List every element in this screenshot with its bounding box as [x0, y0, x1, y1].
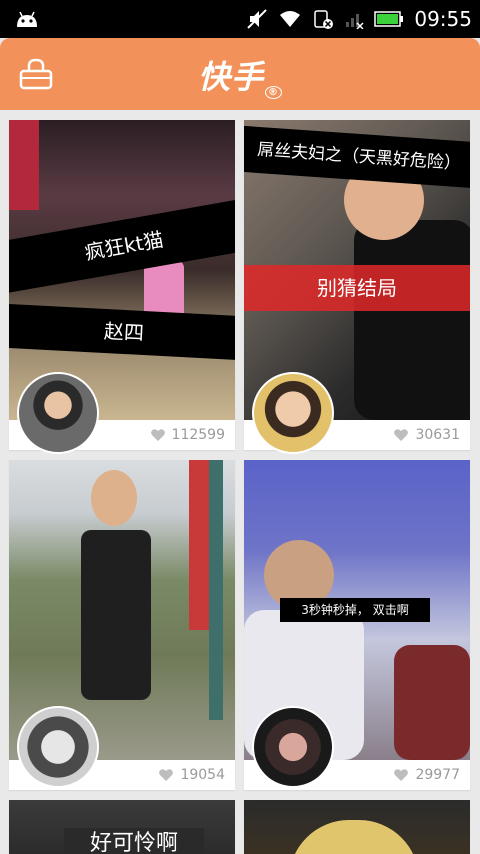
- app-logo: 快手 ®: [0, 52, 480, 99]
- video-card[interactable]: 疯狂kt猫 赵四 112599: [9, 120, 235, 454]
- android-icon: [17, 11, 37, 27]
- like-count-text: 30631: [415, 427, 460, 443]
- sim-off-icon: [314, 10, 334, 29]
- heart-icon: [394, 429, 409, 441]
- avatar[interactable]: [17, 706, 99, 788]
- like-count[interactable]: 19054: [158, 760, 225, 790]
- like-count[interactable]: 30631: [393, 420, 460, 450]
- heart-icon: [150, 429, 165, 441]
- video-card[interactable]: [244, 800, 470, 854]
- avatar[interactable]: [17, 372, 99, 454]
- caption-banner: 疯狂kt猫: [9, 196, 235, 296]
- app-header: 快手 ®: [0, 38, 480, 110]
- scene-person-right: [394, 645, 470, 760]
- video-thumbnail[interactable]: [244, 800, 470, 854]
- scene-pole: [209, 460, 223, 720]
- clock: 09:55: [414, 7, 472, 31]
- like-count-text: 29977: [415, 767, 460, 783]
- like-count[interactable]: 112599: [150, 420, 225, 450]
- like-count[interactable]: 29977: [393, 760, 460, 790]
- scene-face: [91, 470, 137, 526]
- caption-banner: 屌丝夫妇之（天黑好危险）: [244, 125, 470, 189]
- heart-icon: [394, 769, 409, 781]
- caption-banner: 赵四: [9, 302, 235, 362]
- wifi-icon: [280, 11, 301, 27]
- heart-icon: [159, 769, 174, 781]
- scene-curtain: [9, 120, 39, 210]
- like-count-text: 19054: [180, 767, 225, 783]
- video-card[interactable]: 好可怜啊: [9, 800, 235, 854]
- caption-banner: 3秒钟秒掉， 双击啊: [280, 598, 430, 622]
- status-bar: 09:55: [0, 0, 480, 38]
- caption-banner: 好可怜啊: [64, 828, 204, 854]
- like-count-text: 112599: [171, 427, 225, 443]
- scene-person: [354, 220, 470, 420]
- battery-icon: [374, 11, 404, 27]
- scene-hair: [289, 820, 419, 854]
- video-card[interactable]: 3秒钟秒掉， 双击啊 29977: [244, 460, 470, 790]
- avatar[interactable]: [252, 706, 334, 788]
- avatar[interactable]: [252, 372, 334, 454]
- video-card[interactable]: 屌丝夫妇之（天黑好危险） 别猜结局 30631: [244, 120, 470, 454]
- scene-person: [81, 530, 151, 700]
- signal-icon: [346, 14, 364, 29]
- scene-sign: [189, 460, 211, 630]
- video-card[interactable]: 19054: [9, 460, 235, 790]
- mute-icon: [247, 9, 268, 29]
- video-feed[interactable]: 疯狂kt猫 赵四 112599 屌丝夫妇之（天黑好危险） 别猜结局 30631: [0, 110, 480, 854]
- logo-text: 快手: [197, 58, 264, 96]
- video-thumbnail[interactable]: 好可怜啊: [9, 800, 235, 854]
- registered-mark: ®: [265, 86, 282, 99]
- caption-banner: 别猜结局: [244, 265, 470, 311]
